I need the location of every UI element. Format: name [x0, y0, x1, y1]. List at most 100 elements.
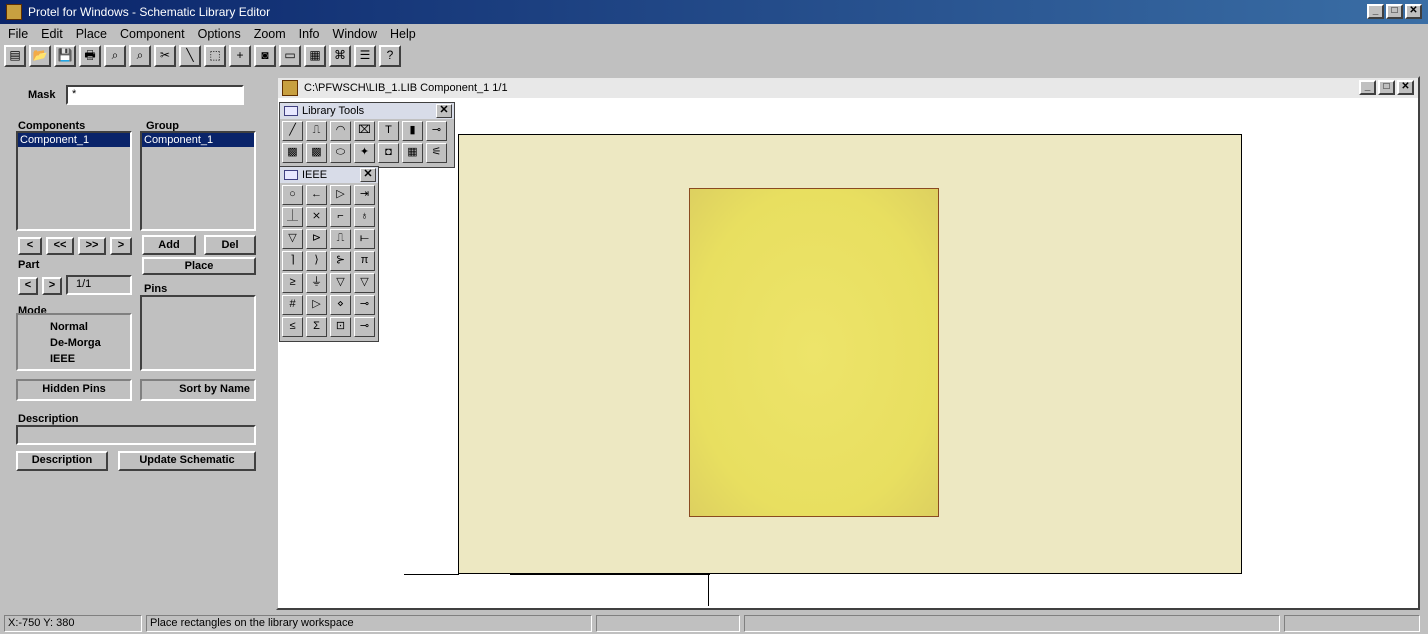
- ieee-active-low-input-icon[interactable]: ⇥: [354, 185, 375, 205]
- minimize-icon[interactable]: _: [1367, 4, 1384, 19]
- mode-normal[interactable]: Normal: [50, 321, 88, 333]
- library-tools-title-bar[interactable]: Library Tools ✕: [280, 103, 454, 119]
- doc-close-icon[interactable]: ✕: [1397, 80, 1414, 95]
- ieee-open-collector-icon[interactable]: ♁: [354, 207, 375, 227]
- menu-edit[interactable]: Edit: [41, 27, 63, 41]
- update-schematic-button[interactable]: Update Schematic: [118, 451, 256, 471]
- polygon-tool-icon[interactable]: ⌧: [354, 121, 375, 141]
- toolbar-zoom-out-icon[interactable]: ⌕: [129, 45, 151, 67]
- ieee-right-left-signal-icon[interactable]: ←: [306, 185, 327, 205]
- menu-options[interactable]: Options: [198, 27, 241, 41]
- ieee-open-collector-pullup-icon[interactable]: ⏚: [306, 273, 327, 293]
- ieee-digital-signal-icon[interactable]: #: [282, 295, 303, 315]
- pins-list[interactable]: [140, 295, 256, 371]
- ieee-group-binary-icon[interactable]: ⟩: [306, 251, 327, 271]
- toolbar-zoom-in-icon[interactable]: ⌕: [104, 45, 126, 67]
- toolbar-cut-icon[interactable]: ✂: [154, 45, 176, 67]
- doc-minimize-icon[interactable]: _: [1359, 80, 1376, 95]
- description-button[interactable]: Description: [16, 451, 108, 471]
- ieee-title-bar[interactable]: IEEE ✕: [280, 167, 378, 183]
- ieee-inverter-icon[interactable]: ▷: [306, 295, 327, 315]
- menu-file[interactable]: File: [8, 27, 28, 41]
- ieee-clock-icon[interactable]: ▷: [330, 185, 351, 205]
- hidden-pins-toggle[interactable]: Hidden Pins: [16, 379, 132, 401]
- ieee-dot-icon[interactable]: ○: [282, 185, 303, 205]
- ieee-analog-signal-icon[interactable]: ⏊: [282, 207, 303, 227]
- menu-info[interactable]: Info: [299, 27, 320, 41]
- ieee-less-equal-icon[interactable]: ≤: [282, 317, 303, 337]
- new-part-icon[interactable]: ⊸: [426, 121, 447, 141]
- ieee-sigma-icon[interactable]: Σ: [306, 317, 327, 337]
- palette-close-icon[interactable]: ✕: [436, 104, 452, 118]
- menu-window[interactable]: Window: [333, 27, 377, 41]
- toolbar-grid-icon[interactable]: ▦: [304, 45, 326, 67]
- ieee-pi-icon[interactable]: π: [354, 251, 375, 271]
- place-button[interactable]: Place: [142, 257, 256, 275]
- toolbar-print-icon[interactable]: 🖶: [79, 45, 101, 67]
- menu-zoom[interactable]: Zoom: [254, 27, 286, 41]
- toolbar-open-icon[interactable]: 📂: [29, 45, 51, 67]
- ieee-open-emitter-pullup-icon[interactable]: ▽: [354, 273, 375, 293]
- pie-tool-icon[interactable]: ✦: [354, 143, 375, 163]
- menu-place[interactable]: Place: [76, 27, 107, 41]
- component-rectangle[interactable]: [689, 188, 939, 517]
- toolbar-new-icon[interactable]: ▤: [4, 45, 26, 67]
- first-component-button[interactable]: <: [18, 237, 42, 255]
- ieee-active-low-output-icon[interactable]: ⊱: [330, 251, 351, 271]
- ieee-shift-left-icon[interactable]: ⊸: [354, 295, 375, 315]
- prev-component-button[interactable]: <<: [46, 237, 74, 255]
- del-button[interactable]: Del: [204, 235, 256, 255]
- new-component-icon[interactable]: ▮: [402, 121, 423, 141]
- last-component-button[interactable]: >: [110, 237, 132, 255]
- next-component-button[interactable]: >>: [78, 237, 106, 255]
- rounded-rectangle-tool-icon[interactable]: ▩: [306, 143, 327, 163]
- toolbar-line-icon[interactable]: ╲: [179, 45, 201, 67]
- components-list[interactable]: Component_1: [16, 131, 132, 231]
- mode-ieee[interactable]: IEEE: [50, 353, 75, 365]
- close-icon[interactable]: ✕: [1405, 4, 1422, 19]
- image-tool-icon[interactable]: ◘: [378, 143, 399, 163]
- rectangle-tool-icon[interactable]: ▩: [282, 143, 303, 163]
- toolbar-library-icon[interactable]: ⌘: [329, 45, 351, 67]
- ieee-pulse-icon[interactable]: ⎍: [330, 229, 351, 249]
- ieee-shift-right-icon[interactable]: ⊸: [354, 317, 375, 337]
- ieee-high-current-icon[interactable]: ⊳: [306, 229, 327, 249]
- prev-part-button[interactable]: <: [18, 277, 38, 295]
- array-tool-icon[interactable]: ▦: [402, 143, 423, 163]
- toolbar-rectangle-icon[interactable]: ▭: [279, 45, 301, 67]
- next-part-button[interactable]: >: [42, 277, 62, 295]
- arc-tool-icon[interactable]: ◠: [330, 121, 351, 141]
- doc-maximize-icon[interactable]: □: [1378, 80, 1395, 95]
- palette-close-icon[interactable]: ✕: [360, 168, 376, 182]
- toolbar-list-icon[interactable]: ☰: [354, 45, 376, 67]
- ellipse-tool-icon[interactable]: ⬭: [330, 143, 351, 163]
- mode-de-morgan[interactable]: De-Morga: [50, 337, 101, 349]
- toolbar-select-icon[interactable]: ⬚: [204, 45, 226, 67]
- ieee-schmitt-icon[interactable]: ⊡: [330, 317, 351, 337]
- group-list[interactable]: Component_1: [140, 131, 256, 231]
- sort-by-name-toggle[interactable]: Sort by Name: [140, 379, 256, 401]
- ieee-bidirectional-icon[interactable]: ⋄: [330, 295, 351, 315]
- list-item[interactable]: Component_1: [142, 133, 254, 147]
- ieee-open-emitter-icon[interactable]: ▽: [330, 273, 351, 293]
- line-tool-icon[interactable]: ╱: [282, 121, 303, 141]
- ieee-greater-equal-icon[interactable]: ≥: [282, 273, 303, 293]
- toolbar-crosshair-icon[interactable]: +: [229, 45, 251, 67]
- library-workspace[interactable]: [458, 134, 1242, 574]
- bezier-tool-icon[interactable]: ⎍: [306, 121, 327, 141]
- ieee-postponed-output-icon[interactable]: ⌐: [330, 207, 351, 227]
- list-item[interactable]: Component_1: [18, 133, 130, 147]
- mask-input[interactable]: *: [66, 85, 244, 105]
- toolbar-help-icon[interactable]: ?: [379, 45, 401, 67]
- ieee-group-line-icon[interactable]: ⌉: [282, 251, 303, 271]
- pin-tool-icon[interactable]: ⚟: [426, 143, 447, 163]
- ieee-not-logic-icon[interactable]: ⨯: [306, 207, 327, 227]
- menu-component[interactable]: Component: [120, 27, 185, 41]
- maximize-icon[interactable]: □: [1386, 4, 1403, 19]
- text-tool-icon[interactable]: T: [378, 121, 399, 141]
- add-button[interactable]: Add: [142, 235, 196, 255]
- toolbar-component-icon[interactable]: ◙: [254, 45, 276, 67]
- menu-help[interactable]: Help: [390, 27, 416, 41]
- ieee-delay-icon[interactable]: ⟝: [354, 229, 375, 249]
- ieee-hiz-icon[interactable]: ▽: [282, 229, 303, 249]
